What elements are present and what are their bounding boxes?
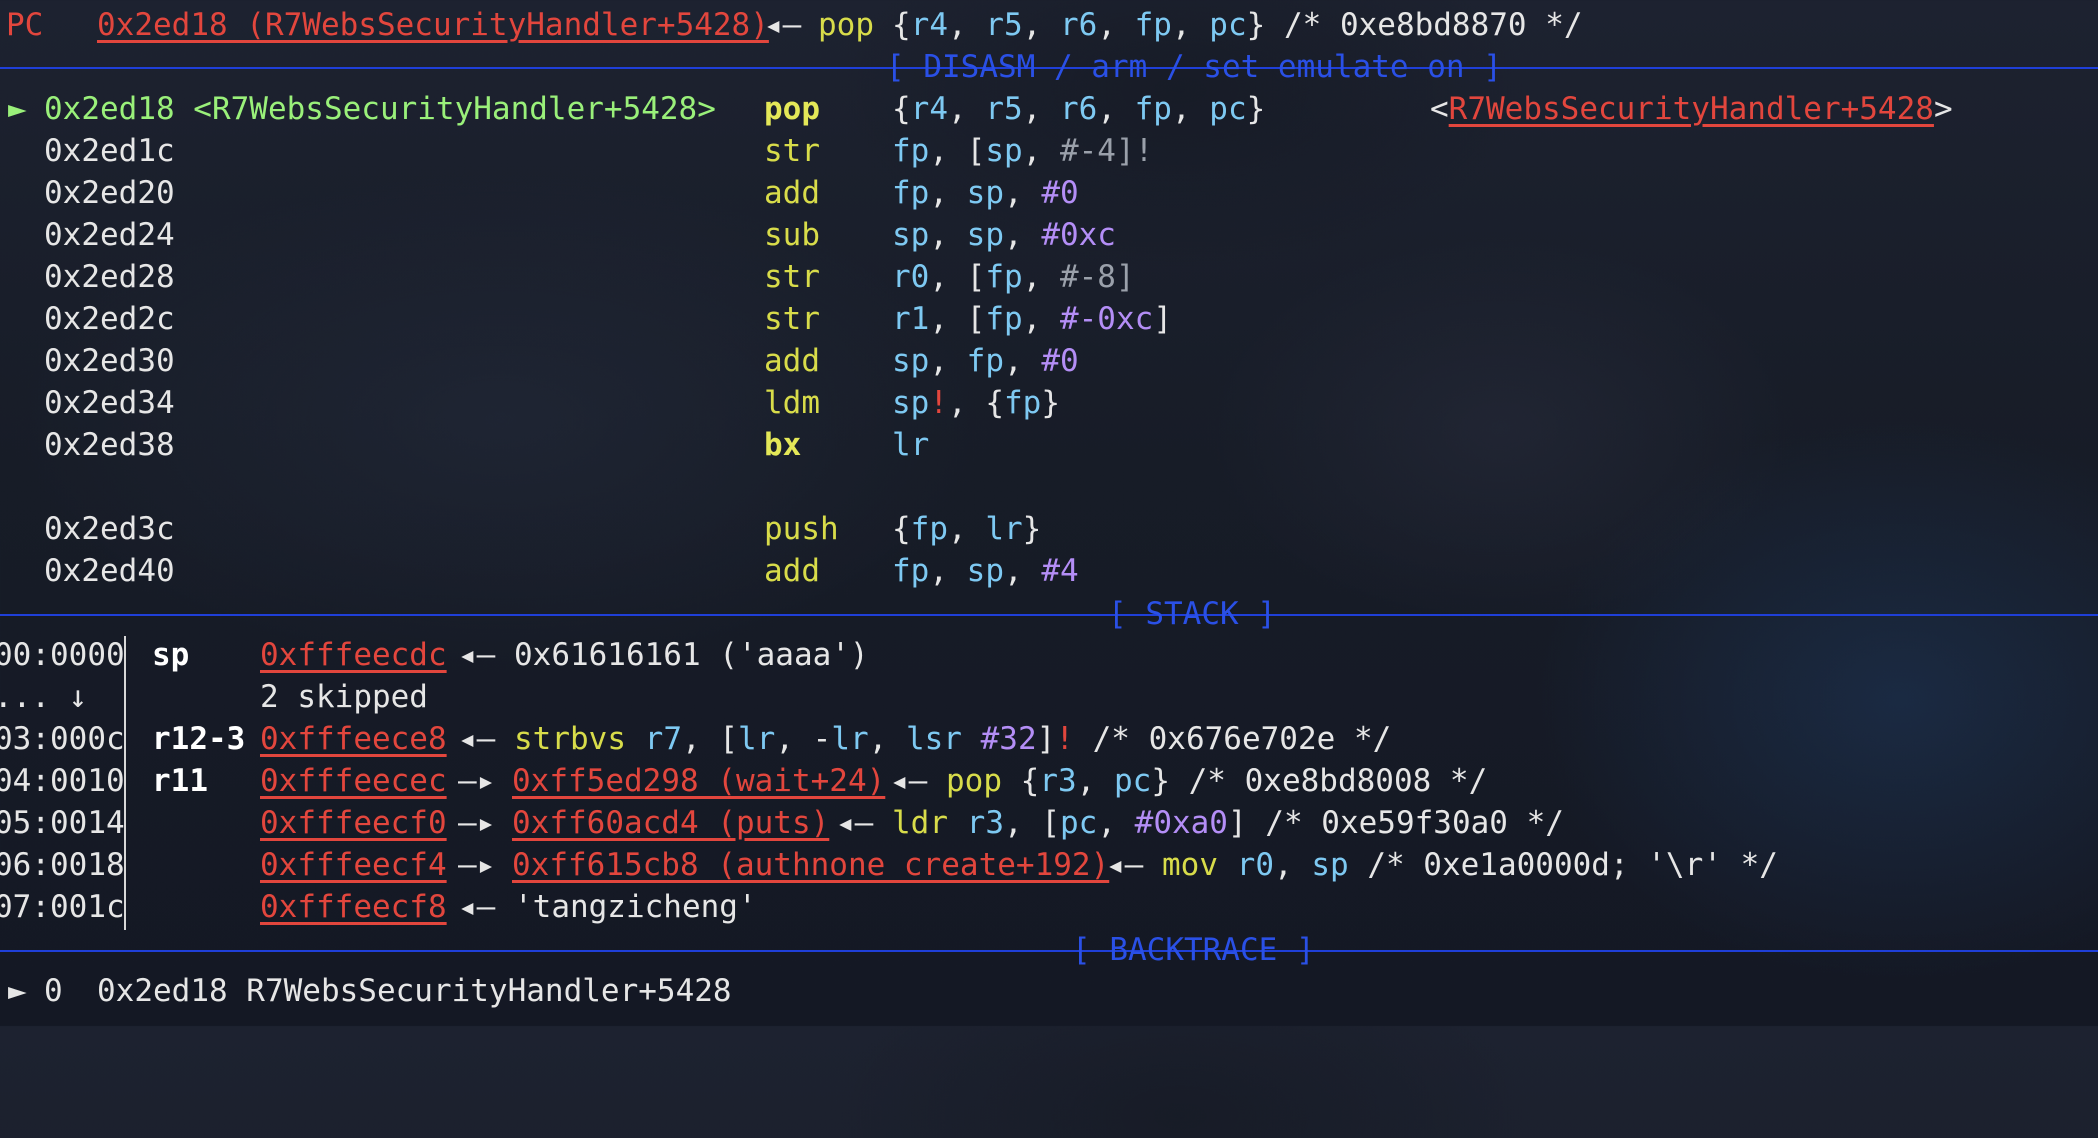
stack-target-link[interactable]: 0xff5ed298 (wait+24) — [512, 760, 885, 802]
stack-address-link[interactable]: 0xfffeecec — [260, 760, 447, 802]
stack-pointer-arrow: —▸ — [458, 847, 496, 883]
disasm-operands: sp, fp, #0 — [892, 343, 1079, 379]
disasm-mnemonic: str — [764, 301, 820, 337]
disasm-row[interactable]: 0x2ed40 add fp, sp, #4 — [0, 550, 1079, 592]
pc-register-line: PC 0x2ed18 (R7WebsSecurityHandler+5428) … — [0, 4, 1583, 46]
stack-value: ◂— pop {r3, pc} /* 0xe8bd8008 */ — [890, 763, 1488, 799]
disasm-branch-target: <R7WebsSecurityHandler+5428> — [1430, 91, 1953, 127]
disasm-operands: r0, [fp, #-8] — [892, 259, 1135, 295]
stack-value: ◂— strbvs r7, [lr, -lr, lsr #32]! /* 0x6… — [458, 721, 1392, 757]
disasm-operands: {fp, lr} — [892, 511, 1042, 547]
disasm-row[interactable]: 0x2ed24 sub sp, sp, #0xc — [0, 214, 1116, 256]
disasm-address: 0x2ed1c — [44, 133, 175, 169]
disasm-banner: [ DISASM / arm / set emulate on ] — [886, 49, 1502, 85]
disasm-address: 0x2ed18 <R7WebsSecurityHandler+5428> — [44, 91, 716, 127]
disasm-operands: fp, sp, #0 — [892, 175, 1079, 211]
disasm-row[interactable]: 0x2ed2c str r1, [fp, #-0xc] — [0, 298, 1172, 340]
disasm-operands: r1, [fp, #-0xc] — [892, 301, 1172, 337]
pc-operands: {r4, r5, r6, fp, pc} /* 0xe8bd8870 */ — [892, 7, 1583, 43]
disasm-row[interactable]: 0x2ed34 ldm sp!, {fp} — [0, 382, 1060, 424]
stack-index: 05:0014 — [0, 805, 125, 841]
stack-row[interactable]: 05:0014 0xfffeecf0 —▸ 0xff60acd4 (puts) … — [0, 802, 1564, 844]
stack-address-link[interactable]: 0xfffeece8 — [260, 718, 447, 760]
stack-separator — [0, 614, 2098, 616]
stack-pointer-arrow: —▸ — [458, 763, 496, 799]
current-instruction-marker: ► — [8, 91, 27, 127]
disasm-address: 0x2ed28 — [44, 259, 175, 295]
disasm-mnemonic: str — [764, 259, 820, 295]
disasm-row[interactable]: 0x2ed1c str fp, [sp, #-4]! — [0, 130, 1153, 172]
stack-row[interactable]: 07:001c 0xfffeecf8 ◂— 'tangzicheng' — [0, 886, 757, 928]
disasm-mnemonic: push — [764, 511, 839, 547]
pc-value-link[interactable]: 0x2ed18 (R7WebsSecurityHandler+5428) — [97, 4, 769, 46]
stack-address-link[interactable]: 0xfffeecdc — [260, 634, 447, 676]
stack-row: ... ↓ 2 skipped — [0, 676, 428, 718]
backtrace-marker: ► — [8, 973, 27, 1009]
disasm-operands: lr — [892, 427, 930, 463]
stack-index: 00:0000 — [0, 637, 125, 673]
disasm-mnemonic: bx — [764, 427, 802, 463]
disasm-mnemonic: pop — [764, 91, 820, 127]
backtrace-row[interactable]: ► 0 0x2ed18 R7WebsSecurityHandler+5428 — [0, 970, 732, 1012]
disasm-operands: {r4, r5, r6, fp, pc} — [892, 91, 1266, 127]
stack-index: 06:0018 — [0, 847, 125, 883]
branch-target-link[interactable]: R7WebsSecurityHandler+5428 — [1449, 91, 1934, 127]
stack-address-link[interactable]: 0xfffeecf8 — [260, 886, 447, 928]
stack-row[interactable]: 06:0018 0xfffeecf4 —▸ 0xff615cb8 (authno… — [0, 844, 1778, 886]
disasm-row[interactable]: 0x2ed28 str r0, [fp, #-8] — [0, 256, 1135, 298]
disasm-row[interactable]: 0x2ed30 add sp, fp, #0 — [0, 340, 1079, 382]
stack-banner: [ STACK ] — [1108, 596, 1276, 632]
disasm-operands: fp, sp, #4 — [892, 553, 1079, 589]
disasm-mnemonic: str — [764, 133, 820, 169]
stack-row[interactable]: 04:0010 r11 0xfffeecec —▸ 0xff5ed298 (wa… — [0, 760, 1487, 802]
disasm-operands: sp, sp, #0xc — [892, 217, 1116, 253]
stack-target-link[interactable]: 0xff60acd4 (puts) — [512, 802, 829, 844]
disasm-row[interactable]: 0x2ed20 add fp, sp, #0 — [0, 172, 1079, 214]
disasm-mnemonic: sub — [764, 217, 820, 253]
stack-pointer-arrow: —▸ — [458, 805, 496, 841]
stack-target-link[interactable]: 0xff615cb8 (authnone_create+192) — [512, 844, 1109, 886]
stack-row[interactable]: 00:0000 sp 0xfffeecdc ◂— 0x61616161 ('aa… — [0, 634, 869, 676]
disasm-address: 0x2ed24 — [44, 217, 175, 253]
disasm-mnemonic: ldm — [764, 385, 820, 421]
stack-value: ◂— 'tangzicheng' — [458, 889, 757, 925]
stack-index: 03:000c — [0, 721, 125, 757]
disasm-address: 0x2ed3c — [44, 511, 175, 547]
stack-register: r11 — [152, 763, 208, 799]
stack-index: 04:0010 — [0, 763, 125, 799]
disasm-operands: sp!, {fp} — [892, 385, 1060, 421]
disasm-address: 0x2ed2c — [44, 301, 175, 337]
backtrace-frame-number: 0 — [44, 973, 63, 1009]
stack-index: 07:001c — [0, 889, 125, 925]
backtrace-separator — [0, 950, 2098, 952]
disasm-address: 0x2ed34 — [44, 385, 175, 421]
stack-value: ◂— ldr r3, [pc, #0xa0] /* 0xe59f30a0 */ — [836, 805, 1564, 841]
stack-row[interactable]: 03:000c r12-3 0xfffeece8 ◂— strbvs r7, [… — [0, 718, 1391, 760]
stack-register: r12-3 — [152, 721, 246, 757]
disasm-address: 0x2ed20 — [44, 175, 175, 211]
disasm-row-current[interactable]: ► 0x2ed18 <R7WebsSecurityHandler+5428> p… — [0, 88, 1953, 130]
stack-value: ◂— mov r0, sp /* 0xe1a0000d; '\r' */ — [1106, 847, 1778, 883]
disasm-mnemonic: add — [764, 553, 820, 589]
disasm-row[interactable]: 0x2ed3c push {fp, lr} — [0, 508, 1041, 550]
stack-address-link[interactable]: 0xfffeecf4 — [260, 844, 447, 886]
stack-address-link[interactable]: 0xfffeecf0 — [260, 802, 447, 844]
disasm-mnemonic: add — [764, 175, 820, 211]
stack-skipped: 2 skipped — [260, 679, 428, 715]
pc-arrow: ◂— — [764, 7, 802, 43]
disasm-row[interactable]: 0x2ed38 bx lr — [0, 424, 929, 466]
disasm-address: 0x2ed38 — [44, 427, 175, 463]
stack-register: sp — [152, 637, 190, 673]
pc-mnemonic: pop — [818, 7, 874, 43]
disasm-address: 0x2ed30 — [44, 343, 175, 379]
stack-index: ... ↓ — [0, 679, 88, 715]
disasm-operands: fp, [sp, #-4]! — [892, 133, 1154, 169]
disasm-address: 0x2ed40 — [44, 553, 175, 589]
disasm-mnemonic: add — [764, 343, 820, 379]
stack-value: ◂— 0x61616161 ('aaaa') — [458, 637, 869, 673]
backtrace-banner: [ BACKTRACE ] — [1072, 932, 1315, 968]
pc-label: PC — [6, 7, 44, 43]
backtrace-entry: 0x2ed18 R7WebsSecurityHandler+5428 — [97, 973, 732, 1009]
